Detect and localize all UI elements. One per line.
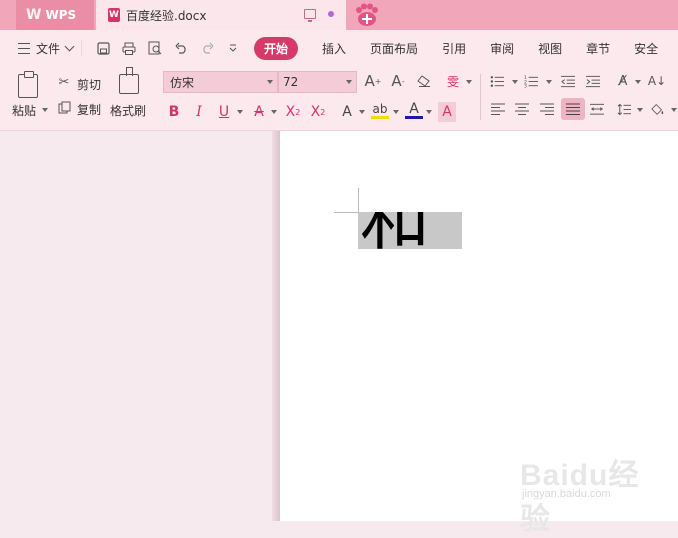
file-menu-label: 文件 bbox=[36, 41, 61, 56]
decrease-indent-icon[interactable] bbox=[561, 74, 575, 88]
text-effect-dropdown-arrow[interactable] bbox=[359, 110, 365, 114]
selected-text: 和 bbox=[360, 212, 430, 249]
bullet-list-icon[interactable] bbox=[490, 74, 504, 88]
redo-icon[interactable] bbox=[200, 41, 214, 55]
document-tab-title: 百度经验.docx bbox=[126, 8, 207, 23]
underline-dropdown-arrow[interactable] bbox=[237, 110, 243, 114]
new-tab-button[interactable] bbox=[352, 2, 382, 28]
paste-button-label[interactable]: 粘贴 bbox=[12, 102, 36, 119]
grow-font-icon[interactable]: A + bbox=[364, 72, 382, 90]
paragraph-shading-icon[interactable] bbox=[651, 102, 665, 116]
tab-security[interactable]: 安全 bbox=[634, 40, 658, 57]
numbered-list-dropdown-arrow[interactable] bbox=[546, 80, 552, 84]
wps-tab-label: WPS bbox=[45, 8, 77, 22]
align-center-icon[interactable] bbox=[515, 102, 529, 116]
print-preview-icon[interactable] bbox=[148, 41, 162, 55]
margin-corner-mark bbox=[334, 212, 358, 213]
ribbon-toolbar: 粘贴 ✂ 剪切 复制 格式刷 仿宋 72 A + A- 雯 B I U A X2 … bbox=[0, 66, 678, 131]
tab-section[interactable]: 章节 bbox=[586, 40, 610, 57]
word-doc-icon: W bbox=[108, 8, 120, 22]
margin-corner-mark bbox=[358, 188, 359, 212]
tab-page-layout[interactable]: 页面布局 bbox=[370, 40, 418, 57]
wps-home-tab[interactable]: W WPS bbox=[16, 0, 94, 30]
wps-logo-icon: W bbox=[26, 7, 42, 23]
unsaved-dot-icon bbox=[328, 11, 334, 17]
phonetic-guide-icon[interactable]: 雯 bbox=[446, 74, 460, 89]
tab-review[interactable]: 审阅 bbox=[490, 40, 514, 57]
font-name-select[interactable]: 仿宋 bbox=[163, 71, 278, 93]
align-left-icon[interactable] bbox=[491, 102, 505, 116]
save-icon[interactable] bbox=[96, 41, 110, 55]
scissors-icon[interactable]: ✂ bbox=[57, 75, 71, 90]
phonetic-dropdown-arrow[interactable] bbox=[466, 80, 472, 84]
copy-icon[interactable] bbox=[57, 100, 71, 114]
align-right-icon[interactable] bbox=[540, 102, 554, 116]
document-gutter bbox=[0, 131, 272, 521]
font-name-value: 仿宋 bbox=[170, 75, 195, 90]
file-menu[interactable]: 文件 bbox=[0, 40, 75, 57]
font-size-value: 72 bbox=[283, 75, 299, 89]
increase-indent-icon[interactable] bbox=[586, 74, 600, 88]
text-effect-icon[interactable]: A bbox=[338, 102, 356, 122]
underline-icon[interactable]: U bbox=[215, 102, 233, 122]
copy-button-label[interactable]: 复制 bbox=[77, 101, 101, 118]
font-size-select[interactable]: 72 bbox=[278, 71, 357, 93]
site-watermark: Baidu经验 jingyan.baidu.com bbox=[520, 450, 660, 536]
distributed-align-icon[interactable] bbox=[590, 102, 604, 116]
superscript-icon[interactable]: X2 bbox=[284, 102, 302, 122]
display-icon[interactable] bbox=[304, 9, 316, 22]
chevron-down-icon bbox=[64, 41, 75, 51]
clear-format-icon[interactable] bbox=[417, 74, 431, 88]
line-spacing-icon[interactable] bbox=[617, 102, 631, 116]
shrink-font-icon[interactable]: A- bbox=[389, 72, 407, 90]
text-direction-dropdown-arrow[interactable] bbox=[635, 80, 641, 84]
font-color-dropdown-arrow[interactable] bbox=[426, 110, 432, 114]
strikethrough-icon[interactable]: A bbox=[250, 102, 268, 122]
paw-plus-icon bbox=[356, 3, 378, 26]
format-painter-label[interactable]: 格式刷 bbox=[110, 102, 146, 119]
document-tab[interactable]: W 百度经验.docx bbox=[96, 0, 346, 30]
watermark-url: jingyan.baidu.com bbox=[522, 488, 611, 500]
font-color-icon[interactable]: A bbox=[405, 101, 423, 119]
numbered-list-icon[interactable]: 123 bbox=[524, 74, 538, 88]
tab-references[interactable]: 引用 bbox=[442, 40, 466, 57]
print-icon[interactable] bbox=[122, 41, 136, 55]
text-direction-icon[interactable]: A̸ bbox=[614, 74, 632, 89]
highlight-icon[interactable]: ab bbox=[371, 102, 389, 119]
paste-icon[interactable] bbox=[18, 71, 38, 98]
italic-icon[interactable]: I bbox=[190, 102, 208, 122]
character-shading-icon[interactable]: A bbox=[438, 102, 456, 122]
divider bbox=[81, 40, 83, 56]
format-painter-icon[interactable] bbox=[119, 67, 139, 94]
shading-dropdown-arrow[interactable] bbox=[671, 108, 677, 112]
paste-dropdown-arrow[interactable] bbox=[42, 108, 48, 112]
dropdown-arrow-icon bbox=[267, 80, 273, 84]
selected-text-highlight[interactable]: 和 bbox=[358, 212, 462, 249]
sort-icon[interactable]: A↓ bbox=[648, 74, 666, 88]
tab-insert[interactable]: 插入 bbox=[322, 40, 346, 57]
highlight-dropdown-arrow[interactable] bbox=[393, 110, 399, 114]
strikethrough-dropdown-arrow[interactable] bbox=[271, 110, 277, 114]
tab-home[interactable]: 开始 bbox=[254, 36, 299, 60]
divider bbox=[480, 74, 481, 120]
customize-toolbar-icon[interactable] bbox=[226, 41, 240, 55]
title-bar: W WPS W 百度经验.docx bbox=[0, 0, 678, 30]
bullet-list-dropdown-arrow[interactable] bbox=[512, 80, 518, 84]
undo-icon[interactable] bbox=[174, 41, 188, 55]
line-spacing-dropdown-arrow[interactable] bbox=[637, 108, 643, 112]
subscript-icon[interactable]: X2 bbox=[309, 102, 327, 122]
menu-bar: 文件 开始 插入 页面布局 引用 审阅 视图 章节 安全 bbox=[0, 30, 678, 66]
menu-icon bbox=[18, 42, 30, 54]
cut-button-label[interactable]: 剪切 bbox=[77, 76, 101, 93]
dropdown-arrow-icon bbox=[346, 80, 352, 84]
bold-icon[interactable]: B bbox=[165, 102, 183, 122]
svg-text:3: 3 bbox=[524, 83, 527, 87]
justify-icon[interactable] bbox=[566, 102, 580, 116]
page-shadow bbox=[272, 131, 280, 521]
tab-view[interactable]: 视图 bbox=[538, 40, 562, 57]
